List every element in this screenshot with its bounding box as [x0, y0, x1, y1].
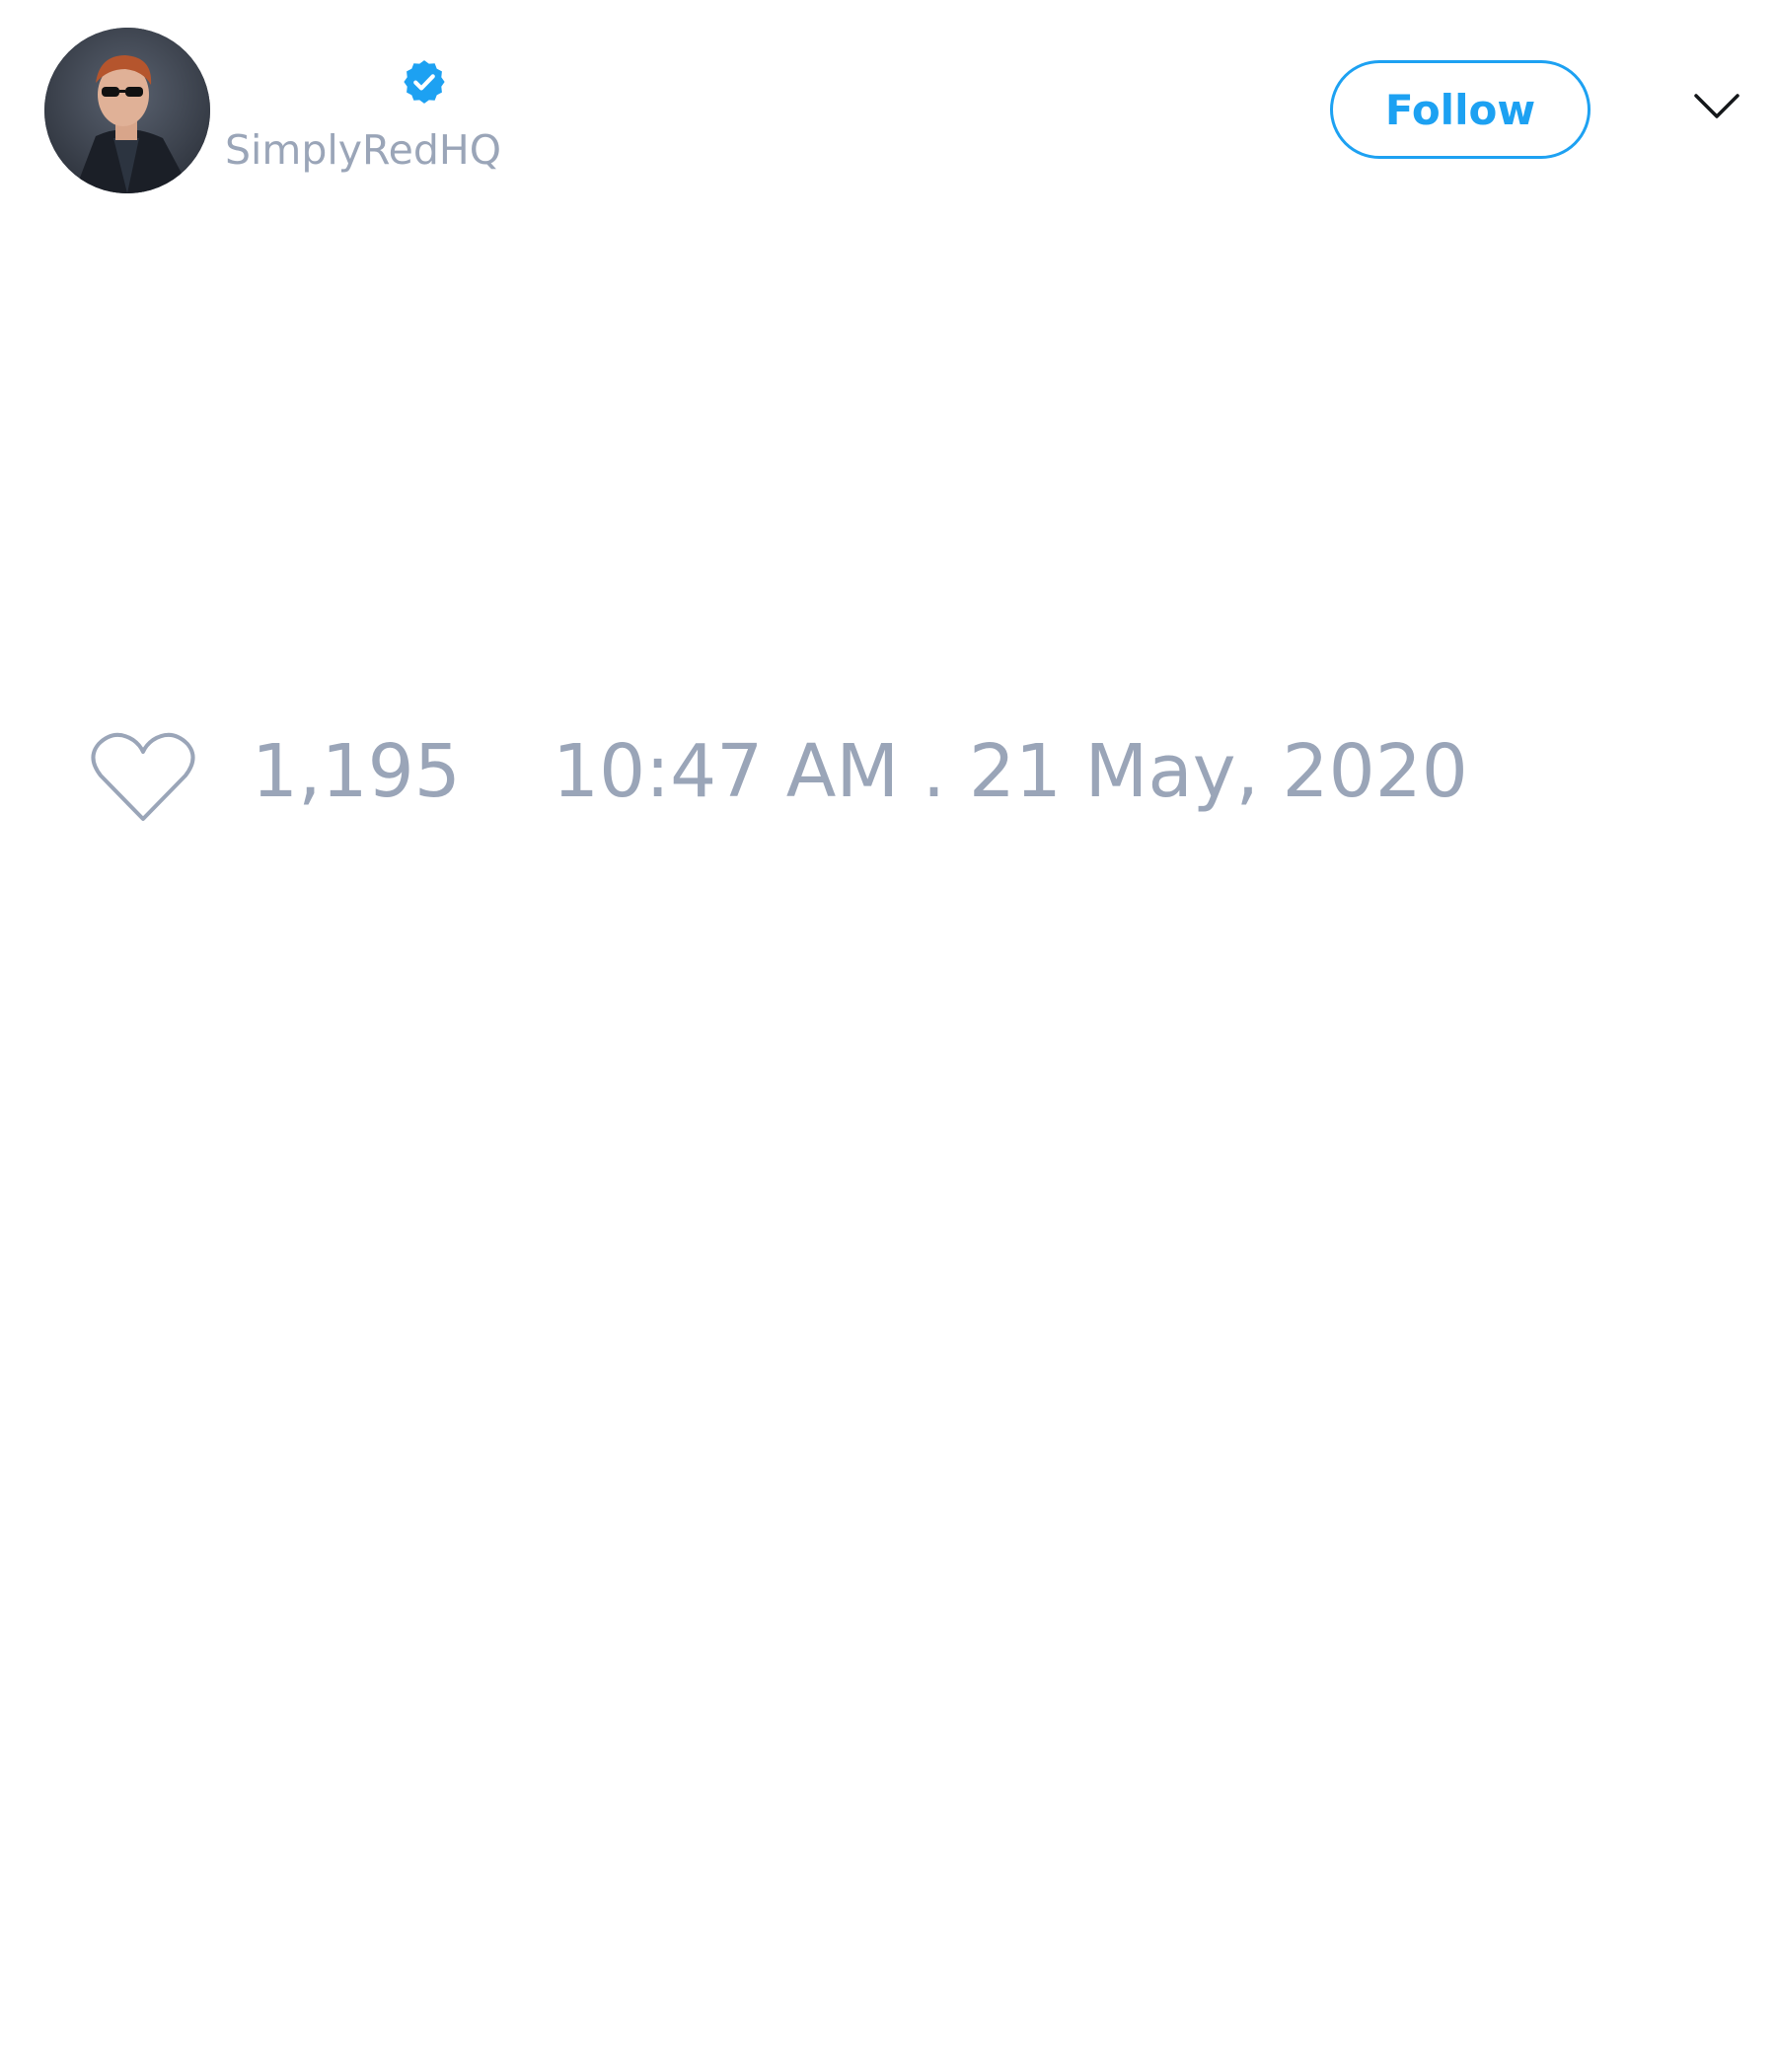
follow-button[interactable]: Follow [1330, 60, 1591, 159]
tweet-timestamp[interactable]: 10:47 AM . 21 May, 2020 [553, 735, 1468, 808]
heart-icon[interactable] [89, 728, 197, 827]
avatar[interactable] [44, 28, 210, 193]
verified-badge-icon [404, 60, 445, 104]
tweet-card: SimplyRedHQ Follow 1,195 10:47 AM . 21 M… [0, 0, 1776, 2072]
avatar-photo [44, 28, 210, 193]
chevron-down-icon[interactable] [1693, 91, 1740, 124]
like-count: 1,195 [252, 729, 461, 814]
author-handle[interactable]: SimplyRedHQ [225, 126, 501, 174]
